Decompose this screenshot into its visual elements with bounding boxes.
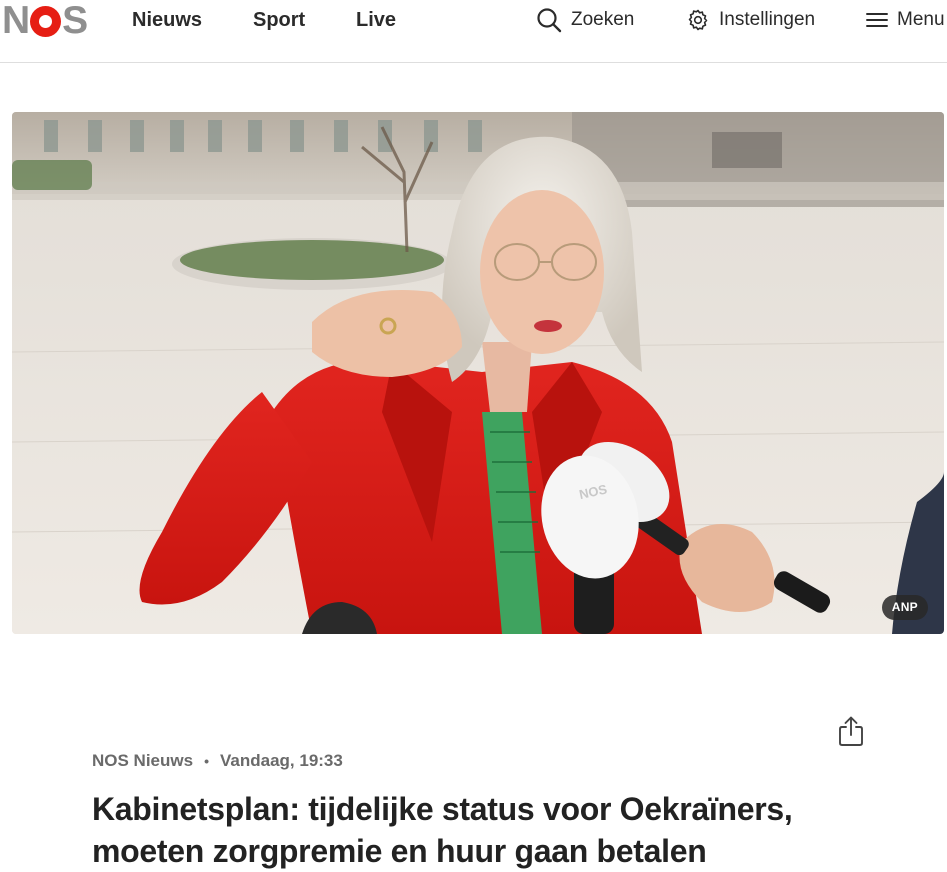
article-headline: Kabinetsplan: tijdelijke status voor Oek… [92, 791, 793, 869]
meta-separator: • [204, 753, 209, 769]
menu-button[interactable]: Menu [866, 6, 945, 34]
settings-label: Instellingen [719, 9, 816, 30]
share-button[interactable] [835, 716, 867, 750]
settings-button[interactable]: Instellingen [686, 6, 815, 34]
search-button[interactable]: Zoeken [536, 6, 634, 34]
logo-letter-s: S [62, 0, 88, 42]
photo-credit-badge: ANP [881, 595, 928, 620]
nav-sport[interactable]: Sport [253, 7, 305, 33]
menu-label: Menu [897, 9, 945, 30]
site-header: N S Nieuws Sport Live Zoeken Instellinge… [0, 0, 947, 63]
hero-image[interactable]: NOS ANP [12, 112, 944, 634]
nav-nieuws[interactable]: Nieuws [132, 7, 202, 33]
hamburger-icon [866, 10, 888, 30]
article-meta: NOS Nieuws • Vandaag, 19:33 [92, 750, 343, 772]
nos-logo[interactable]: N S [2, 0, 88, 42]
article-timestamp: Vandaag, 19:33 [220, 751, 343, 770]
gear-icon [686, 8, 710, 32]
share-icon [837, 715, 865, 752]
logo-letter-n: N [2, 0, 30, 42]
article-source: NOS Nieuws [92, 751, 194, 770]
logo-letter-o [30, 5, 62, 37]
search-icon [536, 7, 562, 33]
nav-live[interactable]: Live [356, 7, 396, 33]
search-label: Zoeken [571, 9, 635, 30]
